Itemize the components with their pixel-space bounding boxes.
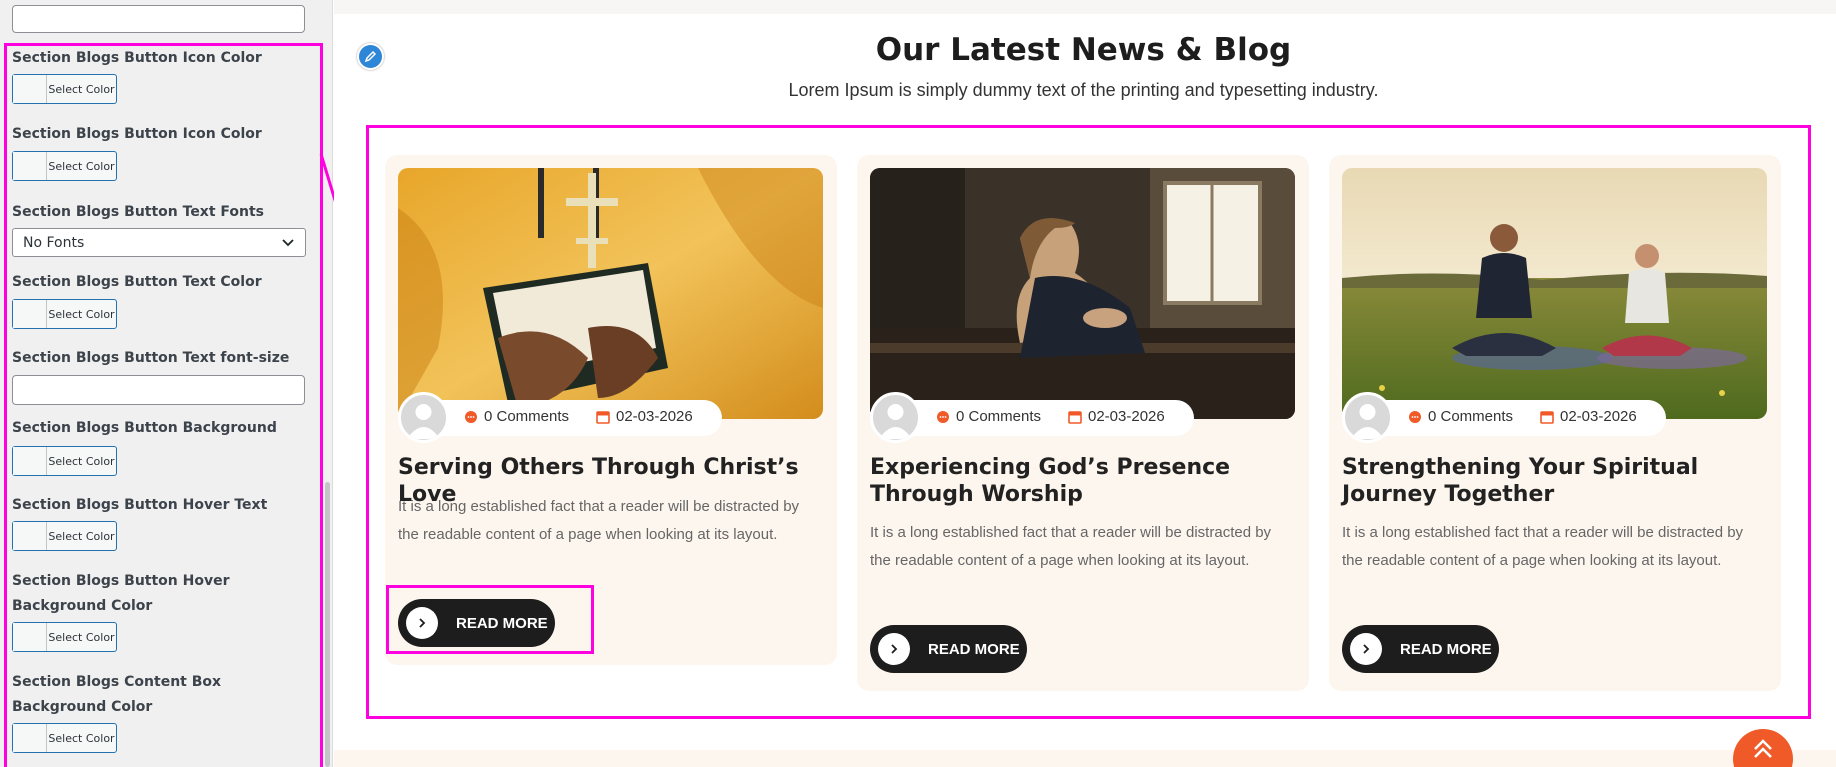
highlight-box-button bbox=[386, 585, 594, 654]
site-preview: Our Latest News & Blog Lorem Ipsum is si… bbox=[334, 0, 1836, 767]
next-section-strip bbox=[334, 750, 1836, 767]
highlight-box-controls bbox=[4, 43, 323, 767]
top-section-strip bbox=[334, 0, 1836, 14]
double-chevron-up-icon bbox=[1754, 739, 1772, 758]
scroll-to-top-button[interactable] bbox=[1733, 729, 1793, 767]
app-root: Section Blogs Button Icon Color Select C… bbox=[0, 0, 1836, 767]
customizer-panel: Section Blogs Button Icon Color Select C… bbox=[0, 0, 333, 767]
previous-text-input[interactable] bbox=[12, 5, 305, 33]
panel-scrollbar[interactable] bbox=[325, 482, 330, 767]
section-subtitle: Lorem Ipsum is simply dummy text of the … bbox=[788, 80, 1379, 100]
section-title: Our Latest News & Blog bbox=[875, 32, 1292, 68]
